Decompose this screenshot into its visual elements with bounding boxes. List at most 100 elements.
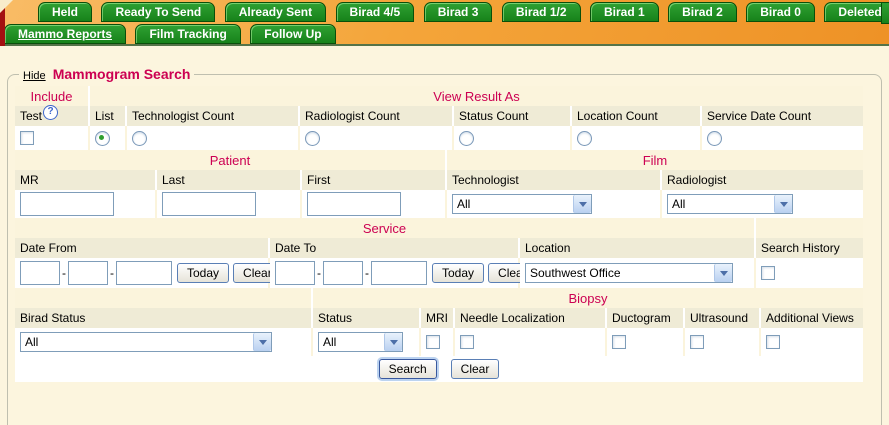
tab-birad-1-2[interactable]: Birad 1/2 xyxy=(502,2,581,22)
service-section-header: Service xyxy=(15,218,756,238)
ultrasound-label: Ultrasound xyxy=(685,308,761,328)
date-from-day-input[interactable] xyxy=(68,261,108,285)
service-controls-row: -- Today Clear -- Today Clear xyxy=(15,258,863,288)
date-to-day-input[interactable] xyxy=(323,261,363,285)
dropdown-arrow-icon xyxy=(714,264,732,282)
patient-film-labels-row: MR Last First Technologist Radiologist xyxy=(15,170,863,190)
list-radio[interactable] xyxy=(95,131,110,146)
tab-deleted[interactable]: Deleted xyxy=(824,2,889,22)
view-result-labels-row: Test? List Technologist Count Radiologis… xyxy=(15,106,863,126)
date-separator: - xyxy=(62,266,66,280)
mri-label: MRI xyxy=(421,308,455,328)
technologist-count-radio[interactable] xyxy=(132,131,147,146)
search-history-checkbox[interactable] xyxy=(761,266,775,280)
search-form-grid: Include View Result As Test? List Techno… xyxy=(15,86,863,382)
mammo-reports-page: Held Ready To Send Already Sent Birad 4/… xyxy=(0,0,889,425)
radiologist-select[interactable]: All xyxy=(667,194,793,214)
radiologist-select-value: All xyxy=(668,197,685,211)
tab-mammo-reports[interactable]: Mammo Reports xyxy=(4,24,126,44)
location-count-label: Location Count xyxy=(572,106,702,126)
technologist-select[interactable]: All xyxy=(452,194,592,214)
date-to-month-input[interactable] xyxy=(275,261,315,285)
action-buttons-row: Search Clear xyxy=(15,356,863,382)
list-label: List xyxy=(90,106,127,126)
search-history-label: Search History xyxy=(756,238,863,258)
biopsy-header-spacer xyxy=(15,288,313,308)
tab-birad-2[interactable]: Birad 2 xyxy=(668,2,737,22)
date-from-year-input[interactable] xyxy=(116,261,172,285)
view-result-as-section-header: View Result As xyxy=(90,86,863,106)
date-separator: - xyxy=(365,266,369,280)
ductogram-checkbox[interactable] xyxy=(612,335,626,349)
first-input[interactable] xyxy=(307,192,401,216)
patient-film-controls-row: All All xyxy=(15,190,863,218)
tab-birad-3[interactable]: Birad 3 xyxy=(424,2,493,22)
section-header-row-biopsy: Biopsy xyxy=(15,288,863,308)
status-count-radio[interactable] xyxy=(459,131,474,146)
tab-held[interactable]: Held xyxy=(38,2,92,22)
biopsy-labels-row: Birad Status Status MRI Needle Localizat… xyxy=(15,308,863,328)
date-from-label: Date From xyxy=(15,238,270,258)
additional-views-label: Additional Views xyxy=(761,308,863,328)
last-input[interactable] xyxy=(162,192,256,216)
status-select[interactable]: All xyxy=(318,332,403,352)
service-labels-row: Date From Date To Location Search Histor… xyxy=(15,238,863,258)
tab-already-sent[interactable]: Already Sent xyxy=(225,2,326,22)
dropdown-arrow-icon xyxy=(384,333,402,351)
clear-button[interactable]: Clear xyxy=(451,359,500,379)
hide-link[interactable]: Hide xyxy=(23,70,46,82)
location-label: Location xyxy=(520,238,756,258)
tab-follow-up[interactable]: Follow Up xyxy=(250,24,335,44)
date-from-today-button[interactable]: Today xyxy=(177,263,229,283)
help-icon[interactable]: ? xyxy=(43,105,58,120)
test-label-cell: Test? xyxy=(15,106,90,126)
needle-localization-checkbox[interactable] xyxy=(460,335,474,349)
date-separator: - xyxy=(110,266,114,280)
location-select[interactable]: Southwest Office xyxy=(525,263,733,283)
mammogram-search-panel: Hide Mammogram Search Include View Resul… xyxy=(7,66,882,425)
panel-title: Mammogram Search xyxy=(53,66,191,82)
birad-status-select[interactable]: All xyxy=(20,332,272,352)
date-to-label: Date To xyxy=(270,238,520,258)
tab-birad-4-5[interactable]: Birad 4/5 xyxy=(336,2,415,22)
tab-film-tracking[interactable]: Film Tracking xyxy=(135,24,240,44)
mr-label: MR xyxy=(15,170,157,190)
date-to-today-button[interactable]: Today xyxy=(432,263,484,283)
tab-birad-0[interactable]: Birad 0 xyxy=(746,2,815,22)
radiologist-count-radio[interactable] xyxy=(305,131,320,146)
section-header-row-view: Include View Result As xyxy=(15,86,863,106)
date-from-month-input[interactable] xyxy=(20,261,60,285)
tab-ready-to-send[interactable]: Ready To Send xyxy=(101,2,215,22)
mr-input[interactable] xyxy=(20,192,114,216)
patient-section-header: Patient xyxy=(15,150,447,170)
include-section-header: Include xyxy=(15,86,90,106)
right-edge-tab-sliver xyxy=(881,2,889,24)
section-header-row-patient-film: Patient Film xyxy=(15,150,863,170)
location-count-radio[interactable] xyxy=(577,131,592,146)
service-header-spacer xyxy=(756,218,863,238)
radiologist-count-label: Radiologist Count xyxy=(300,106,454,126)
test-checkbox[interactable] xyxy=(20,131,34,145)
page-content: Hide Mammogram Search Include View Resul… xyxy=(0,46,889,425)
needle-localization-label: Needle Localization xyxy=(455,308,607,328)
tab-row-modules: Mammo Reports Film Tracking Follow Up xyxy=(0,24,889,46)
last-label: Last xyxy=(157,170,302,190)
ultrasound-checkbox[interactable] xyxy=(690,335,704,349)
biopsy-controls-row: All All xyxy=(15,328,863,356)
birad-status-select-value: All xyxy=(21,335,38,349)
date-to-year-input[interactable] xyxy=(371,261,427,285)
location-select-value: Southwest Office xyxy=(526,266,621,280)
additional-views-checkbox[interactable] xyxy=(766,335,780,349)
mri-checkbox[interactable] xyxy=(426,335,440,349)
radiologist-label: Radiologist xyxy=(662,170,863,190)
date-separator: - xyxy=(317,266,321,280)
search-button[interactable]: Search xyxy=(379,359,437,379)
service-date-count-label: Service Date Count xyxy=(702,106,863,126)
technologist-label: Technologist xyxy=(447,170,662,190)
tab-birad-1[interactable]: Birad 1 xyxy=(590,2,659,22)
dropdown-arrow-icon xyxy=(573,195,591,213)
film-section-header: Film xyxy=(447,150,863,170)
technologist-select-value: All xyxy=(453,197,470,211)
section-header-row-service: Service xyxy=(15,218,863,238)
service-date-count-radio[interactable] xyxy=(707,131,722,146)
